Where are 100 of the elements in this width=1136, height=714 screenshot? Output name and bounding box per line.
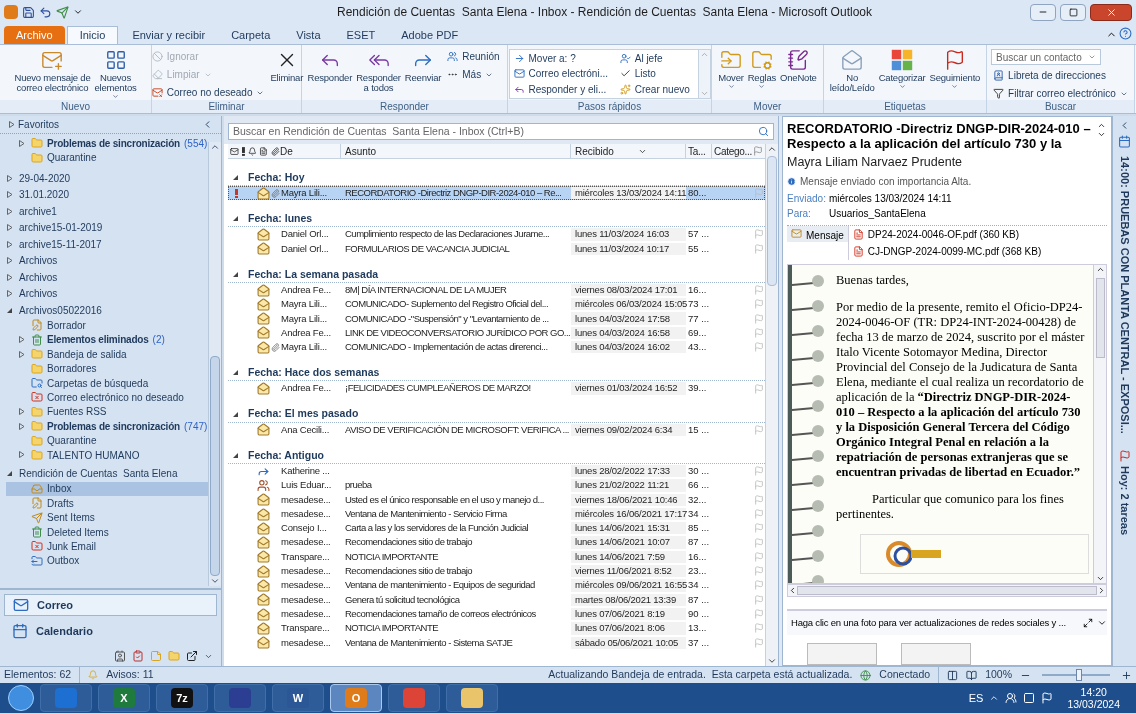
group-header[interactable]: Fecha: El mes pasado	[248, 406, 359, 423]
column-header[interactable]: De	[280, 143, 340, 159]
collapsed-arrow-icon[interactable]	[6, 191, 13, 199]
nav-button[interactable]: Calendario	[4, 620, 217, 642]
message-row[interactable]: mesadese... Genera tú solicitud tecnológica martes 08/06/2021 13:39 87 ...	[228, 592, 765, 607]
message-row[interactable]: Daniel Orl... Cumplimiento respecto de las Declaraciones Jurame... lunes 11/03/2024 16:03 57 ...	[228, 227, 765, 242]
calendar-icon[interactable]	[1118, 135, 1131, 148]
ribbon-large-button[interactable]: Categorizar	[876, 45, 928, 90]
close-button[interactable]	[1090, 3, 1132, 21]
recipient[interactable]: Usuarios_SantaElena	[829, 205, 926, 221]
expanded-arrow-icon[interactable]	[232, 174, 239, 181]
minimize-button[interactable]	[1030, 3, 1056, 21]
message-row[interactable]: mesadese... Recomendaciones tamaño de correos electrónicos lunes 07/06/2021 8:19 90 ...	[228, 606, 765, 622]
undo-icon[interactable]	[39, 5, 52, 19]
expanded-arrow-icon[interactable]	[6, 306, 13, 314]
message-row[interactable]: Andrea Fe... ¡FELICIDADES CUMPLEAÑEROS DE MARZO! viernes 01/03/2024 16:52 39...	[228, 381, 765, 396]
group-header[interactable]: Fecha: Hace dos semanas	[248, 365, 380, 381]
appointment-text[interactable]: 14:00: PRUEBAS CON PLANTA CENTRAL - EXPOSI...	[1116, 156, 1133, 434]
mailbox-item[interactable]: 29-04-2020	[6, 169, 208, 187]
send-icon[interactable]	[56, 5, 69, 19]
contacts-icon[interactable]	[114, 650, 126, 662]
ribbon-tab[interactable]: Enviar y recibir	[120, 26, 218, 44]
zoom-slider[interactable]	[1039, 669, 1113, 681]
message-row[interactable]: mesadese... Usted es el único responsable en el uso y manejo d... viernes 18/06/2021 10:46 32...	[228, 492, 765, 507]
collapsed-arrow-icon[interactable]	[8, 121, 15, 128]
column-header[interactable]: Recibido	[570, 143, 685, 159]
folder-item[interactable]: Fuentes RSS	[6, 404, 208, 419]
ribbon-small-button[interactable]: Reunión	[445, 49, 502, 64]
message-row[interactable]: Andrea Fe... LINK DE VIDEOCONVERSATORIO JURÍDICO POR GO... lunes 04/03/2024 16:58 69...	[228, 325, 765, 341]
ribbon-large-button[interactable]: Responder a todos	[354, 45, 403, 93]
message-row[interactable]: Mayra Lili... COMUNICADO - Implementación de actas direrenci... lunes 04/03/2024 16:02 43...	[228, 340, 765, 355]
folder-item[interactable]: Junk Email	[6, 539, 208, 554]
scroll-thumb[interactable]	[210, 356, 220, 576]
folder-item[interactable]: Bandeja de salida	[6, 347, 208, 362]
column-header[interactable]: Asunto	[340, 143, 570, 159]
tasks-text[interactable]: Hoy: 2 tareas	[1116, 465, 1133, 535]
sender-name[interactable]: Mayra Liliam Narvaez Prudente	[783, 153, 1111, 172]
tray-expand-icon[interactable]	[989, 693, 1000, 703]
clock-date[interactable]: 13/03/2024	[1067, 698, 1120, 710]
mailbox-item[interactable]: archive15-01-2019	[6, 219, 208, 236]
collapsed-arrow-icon[interactable]	[6, 207, 13, 215]
collapsed-arrow-icon[interactable]	[6, 273, 13, 281]
expand-icon[interactable]	[1083, 617, 1093, 628]
zoom-thumb[interactable]	[1076, 669, 1083, 681]
start-button[interactable]	[8, 685, 34, 711]
taskbar-app[interactable]: 7z	[156, 684, 208, 712]
ribbon-large-button[interactable]: No leído/Leído	[827, 45, 877, 93]
importance-icon[interactable]	[241, 146, 245, 156]
taskbar-app[interactable]: W	[272, 684, 324, 712]
expanded-arrow-icon[interactable]	[232, 451, 239, 459]
ribbon-small-button[interactable]: Crear nuevo	[617, 81, 696, 97]
mailbox-item[interactable]: Archivos	[6, 268, 208, 286]
message-row[interactable]: Transpare... NOTICIA IMPORTANTE lunes 14/06/2021 7:59 16...	[228, 549, 765, 565]
message-row[interactable]: Mayra Lili... RECORDATORIO -Directriz DNGP-DIR-2024-010 – Re... miércoles 13/03/2024 14:11 80...	[228, 186, 765, 201]
message-row[interactable]: Consejo I... Carta a las y los servidores de la Función Judicial lunes 14/06/2021 15:31 85 ...	[228, 521, 765, 536]
message-row[interactable]: Mayra Lili... COMUNICADO- Suplemento del Registro Oficial del... miércoles 06/03/2024 15:0573 ...	[228, 297, 765, 312]
collapsed-arrow-icon[interactable]	[18, 451, 25, 459]
expanded-arrow-icon[interactable]	[232, 369, 239, 377]
message-tab[interactable]: Mensaje	[787, 225, 848, 242]
scroll-thumb[interactable]	[767, 156, 777, 286]
ribbon-large-button[interactable]: Nuevos elementos	[92, 45, 139, 100]
search-field[interactable]: Buscar en Rendición de Cuentas Santa Elena - Inbox (Ctrl+B)	[228, 123, 774, 140]
message-row[interactable]: mesadese... Recomendaciones sitio de trabajo viernes 11/06/2021 8:52 23...	[228, 564, 765, 579]
message-row[interactable]: Luis Eduar... prueba lunes 21/02/2022 11:21 66 ...	[228, 478, 765, 493]
paperclip-icon[interactable]	[271, 146, 280, 156]
column-header[interactable]: Catego...	[711, 143, 753, 159]
group-header[interactable]: Fecha: La semana pasada	[248, 266, 379, 283]
folder-item[interactable]: Problemas de sincronización (747)	[6, 419, 208, 434]
ribbon-small-button[interactable]: Mover a: ?	[511, 51, 614, 66]
group-header[interactable]: Fecha: Antiguo	[248, 447, 325, 464]
ribbon-small-button[interactable]: Correo electróni...	[511, 66, 614, 82]
reminders-count[interactable]: Avisos: 11	[106, 667, 154, 683]
ribbon-small-button[interactable]: Filtrar correo electrónico	[991, 86, 1130, 101]
folder-item[interactable]: Deleted Items	[6, 524, 208, 540]
ribbon-tab[interactable]: Carpeta	[219, 26, 283, 44]
taskbar-app[interactable]: X	[98, 684, 150, 712]
maximize-button[interactable]	[1060, 3, 1086, 21]
mailbox-item[interactable]: archive1	[6, 202, 208, 220]
contact-search-field[interactable]: Buscar un contacto	[991, 49, 1102, 65]
mailbox-item[interactable]: archive15-11-2017	[6, 235, 208, 253]
ribbon-large-button[interactable]: Mover	[716, 45, 746, 90]
mailbox-item[interactable]: Archivos	[6, 252, 208, 269]
message-row[interactable]: Andrea Fe... 8M| DÍA INTERNACIONAL DE LA MUJER viernes 08/03/2024 17:01 16...	[228, 282, 765, 298]
attachment-item[interactable]: DP24-2024-0046-OF.pdf (360 KB)	[852, 225, 1107, 243]
collapsed-arrow-icon[interactable]	[18, 422, 25, 430]
ribbon-large-button[interactable]: Nuevo mensaje de correo electrónico	[12, 45, 93, 93]
group-header[interactable]: Fecha: Hoy	[248, 169, 305, 186]
ribbon-tab[interactable]: Adobe PDF	[389, 26, 471, 44]
message-row[interactable]: Katherine ... lunes 28/02/2022 17:33 30 ...	[228, 463, 765, 479]
shortcut-icon[interactable]	[186, 650, 198, 662]
ribbon-large-button[interactable]: Reglas	[745, 45, 779, 90]
reading-view-icon[interactable]	[966, 669, 978, 681]
help-icon[interactable]	[1119, 27, 1132, 40]
clock-time[interactable]: 14:20	[1080, 686, 1107, 698]
folder-item[interactable]: Outbox	[6, 553, 208, 569]
folder-item[interactable]: Inbox	[6, 481, 208, 497]
taskbar-app[interactable]	[446, 684, 498, 712]
folder-item[interactable]: Elementos eliminados (2)	[6, 332, 208, 348]
expanded-arrow-icon[interactable]	[232, 270, 239, 278]
mailbox-item[interactable]: Archivos	[6, 285, 208, 302]
